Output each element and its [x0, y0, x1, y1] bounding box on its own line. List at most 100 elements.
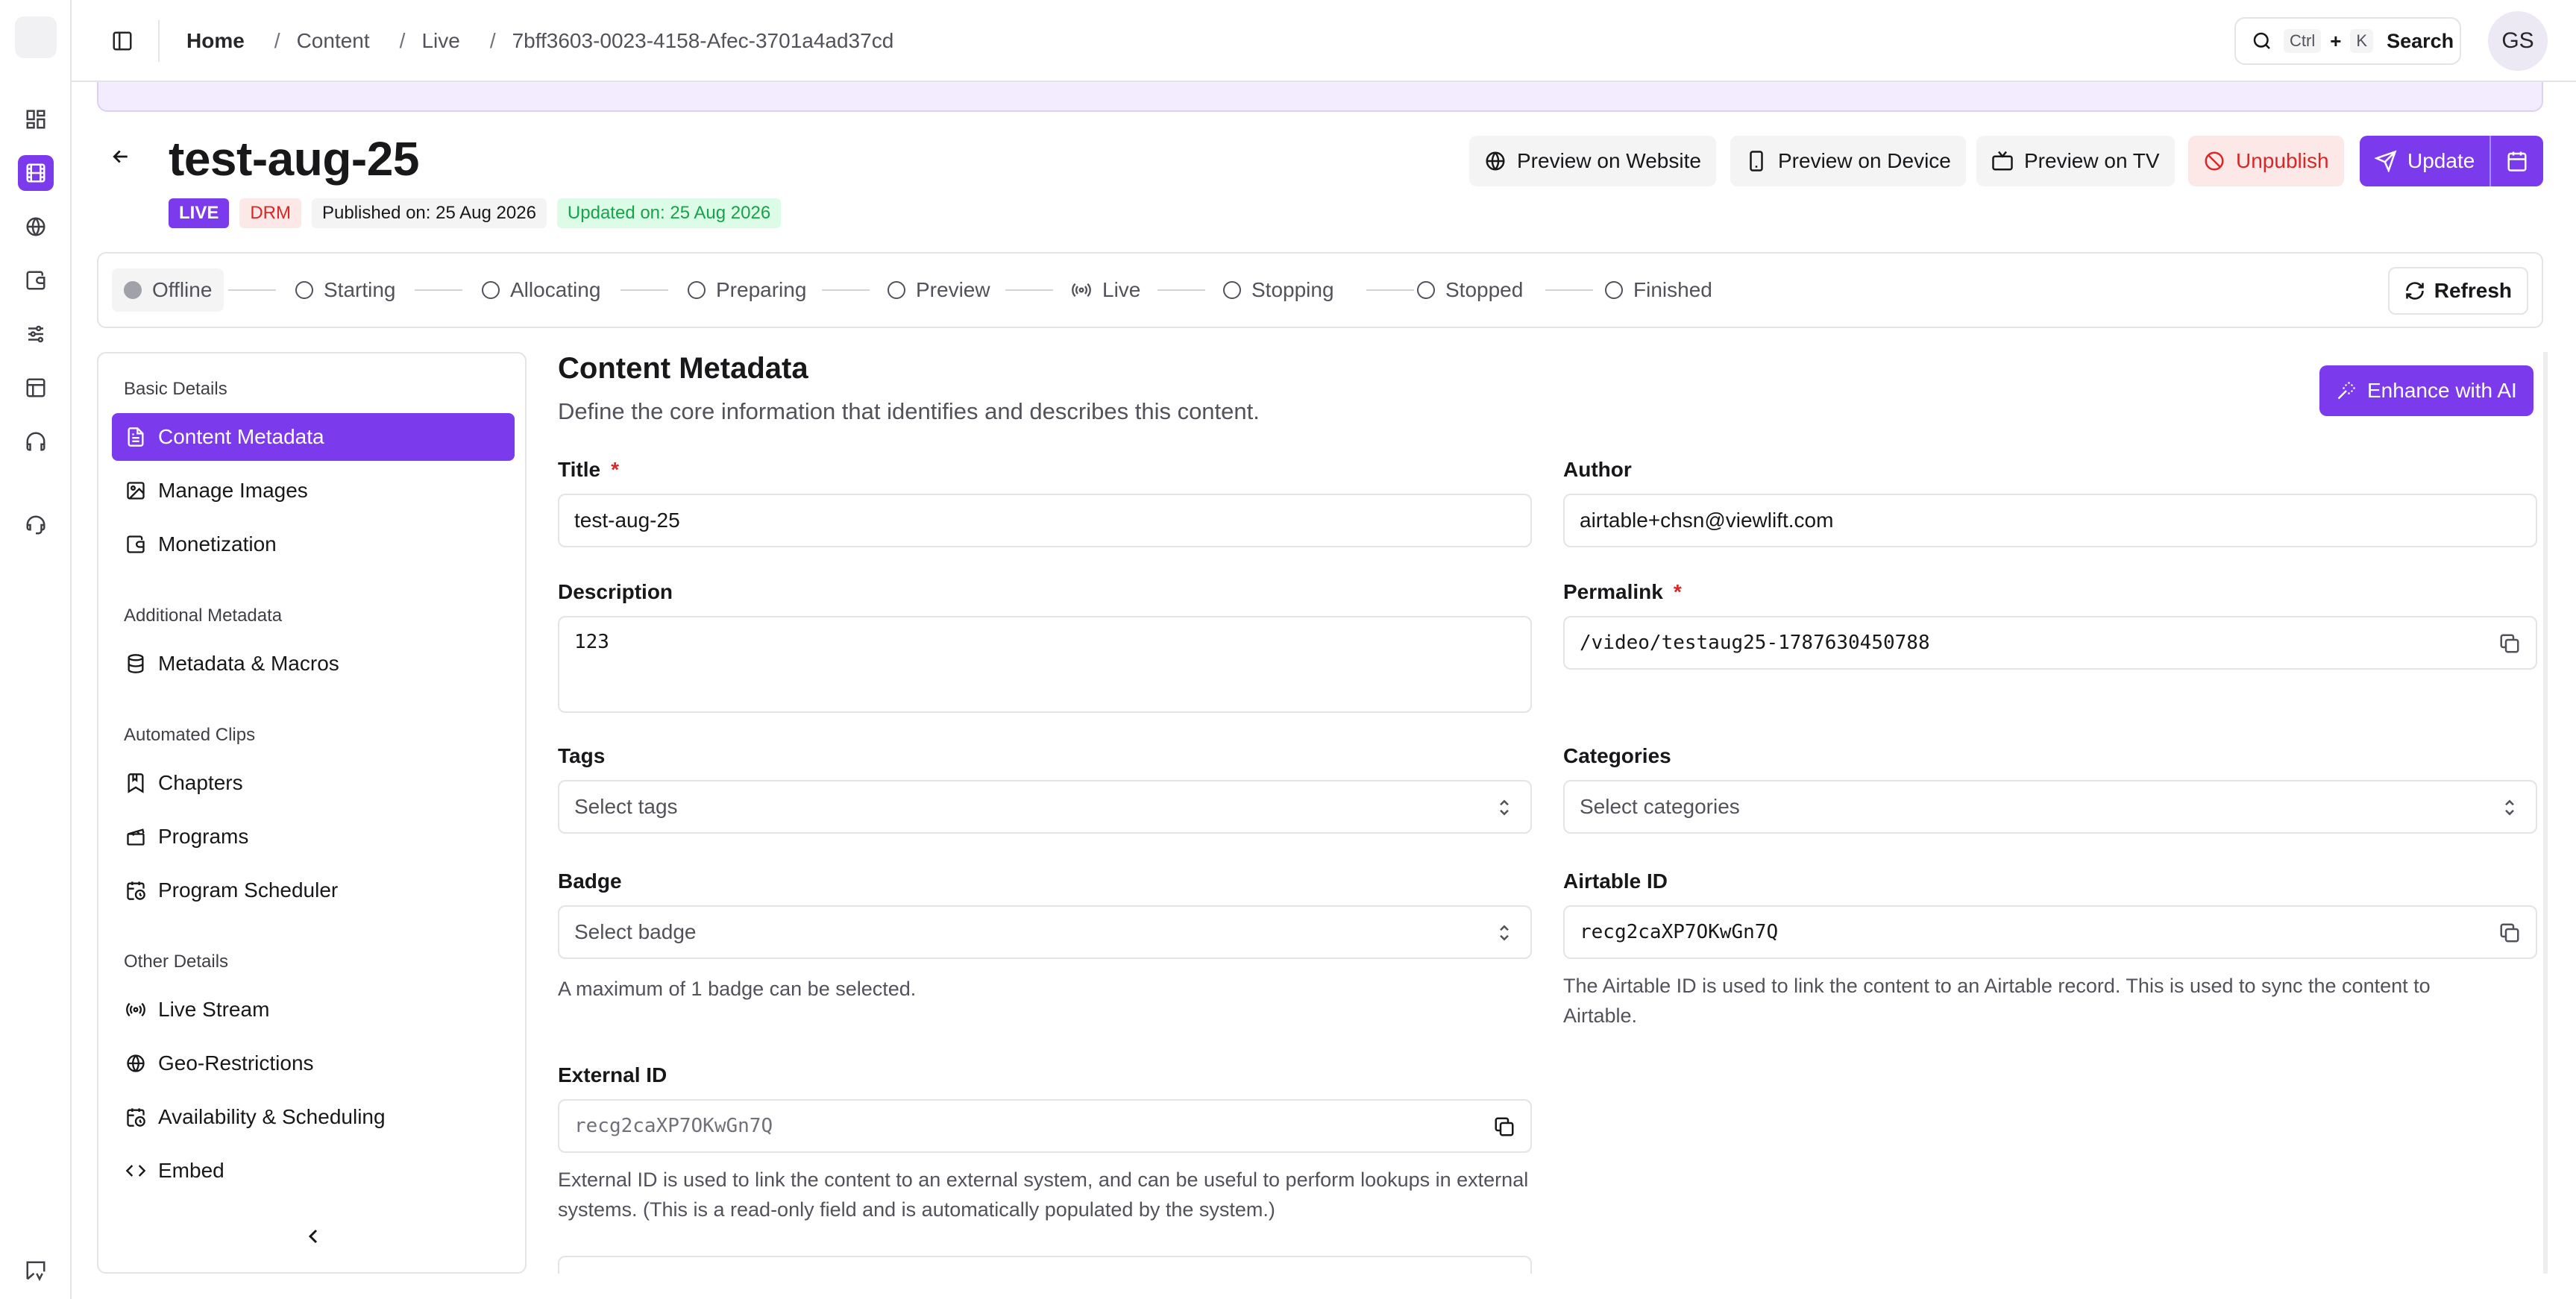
schedule-update-button[interactable]: [2489, 136, 2543, 186]
search-label: Search: [2387, 29, 2454, 52]
tags-label: Tags: [558, 744, 606, 767]
layout-icon[interactable]: [18, 370, 54, 406]
film-icon[interactable]: [18, 155, 54, 191]
avatar[interactable]: GS: [2488, 11, 2548, 71]
unpublish-button[interactable]: Unpublish: [2188, 136, 2344, 186]
nav-chapters[interactable]: Chapters: [112, 759, 515, 807]
nav-availability-scheduling[interactable]: Availability & Scheduling: [112, 1093, 515, 1141]
required-mark: *: [611, 458, 619, 481]
preview-device-button[interactable]: Preview on Device: [1730, 136, 1966, 186]
title-input[interactable]: test-aug-25: [558, 494, 1532, 547]
status-step-live: Live: [1071, 268, 1140, 312]
support-icon[interactable]: [18, 507, 54, 543]
copy-icon[interactable]: [2498, 632, 2521, 655]
ban-icon: [2205, 151, 2224, 171]
section-heading: Content Metadata: [558, 352, 808, 385]
headphones-icon[interactable]: [18, 424, 54, 459]
badge-help: A maximum of 1 badge can be selected.: [558, 978, 917, 1000]
breadcrumb-content[interactable]: Content: [297, 29, 370, 53]
status-step-preview: Preview: [888, 268, 990, 312]
chevrons-up-down-icon: [2505, 799, 2514, 816]
author-label: Author: [1563, 458, 1632, 481]
scrollbar[interactable]: [2543, 352, 2548, 1274]
breadcrumb-live[interactable]: Live: [421, 29, 459, 53]
sliders-icon[interactable]: [18, 316, 54, 352]
search-button[interactable]: Ctrl + K Search: [2234, 17, 2461, 65]
status-dot-icon: [1605, 281, 1623, 299]
status-step-allocating: Allocating: [482, 268, 600, 312]
preview-tv-button[interactable]: Preview on TV: [1976, 136, 2175, 186]
status-step-label: Stopped: [1445, 278, 1524, 301]
breadcrumb-home[interactable]: Home: [186, 29, 245, 53]
shortcut-plus: +: [2330, 29, 2342, 52]
bookmark-icon: [128, 773, 144, 793]
categories-select[interactable]: Select categories: [1563, 780, 2537, 834]
nav-label: Chapters: [158, 771, 243, 794]
nav-program-scheduler[interactable]: Program Scheduler: [112, 866, 515, 914]
nav-manage-images[interactable]: Manage Images: [112, 467, 515, 515]
preview-website-button[interactable]: Preview on Website: [1469, 136, 1716, 186]
external-id-input[interactable]: recg2caXP7OKwGn7Q: [558, 1099, 1532, 1153]
back-arrow-icon[interactable]: [104, 140, 137, 173]
info-banner: [97, 82, 2543, 112]
description-value: 123: [574, 631, 609, 653]
tags-select[interactable]: Select tags: [558, 780, 1532, 834]
update-button[interactable]: Update: [2360, 136, 2490, 186]
enhance-ai-button[interactable]: Enhance with AI: [2319, 365, 2533, 416]
label-text: Permalink: [1563, 580, 1663, 603]
shortcut-key: K: [2350, 29, 2374, 53]
status-dot-icon: [482, 281, 500, 299]
author-value: airtable+chsn@viewlift.com: [1580, 509, 1834, 532]
update-label: Update: [2407, 149, 2475, 172]
author-input[interactable]: airtable+chsn@viewlift.com: [1563, 494, 2537, 547]
external-id-help: External ID is used to link the content …: [558, 1169, 1529, 1221]
categories-placeholder: Select categories: [1580, 795, 1740, 818]
send-icon: [2375, 150, 2397, 172]
wallet-icon[interactable]: [18, 262, 54, 298]
status-step-label: Offline: [152, 278, 213, 301]
airtable-id-input[interactable]: recg2caXP7OKwGn7Q: [1563, 905, 2537, 959]
smartphone-icon: [1750, 151, 1763, 172]
refresh-button[interactable]: Refresh: [2387, 267, 2528, 315]
description-textarea[interactable]: 123: [558, 616, 1532, 713]
nav-programs[interactable]: Programs: [112, 813, 515, 861]
nav-label: Manage Images: [158, 479, 308, 502]
chevrons-up-down-icon: [1500, 925, 1509, 941]
app-logo[interactable]: [15, 16, 57, 58]
nav-live-stream[interactable]: Live Stream: [112, 986, 515, 1034]
nav-label: Geo-Restrictions: [158, 1051, 314, 1075]
calendar-clock-icon: [127, 881, 145, 900]
nav-group-clips: Automated Clips: [124, 725, 256, 745]
nav-label: Live Stream: [158, 998, 270, 1021]
nav-geo-restrictions[interactable]: Geo-Restrictions: [112, 1039, 515, 1087]
step-connector: [1157, 289, 1205, 291]
nav-monetization[interactable]: Monetization: [112, 520, 515, 568]
radio-icon: [126, 1002, 145, 1017]
external-id-value: recg2caXP7OKwGn7Q: [574, 1115, 773, 1137]
preview-tv-label: Preview on TV: [2024, 149, 2160, 172]
nav-content-metadata[interactable]: Content Metadata: [112, 413, 515, 461]
clapperboard-icon: [127, 828, 145, 846]
nav-embed[interactable]: Embed: [112, 1147, 515, 1195]
dashboard-icon[interactable]: [18, 101, 54, 137]
next-field-input[interactable]: [558, 1256, 1532, 1274]
title-label: Title *: [558, 458, 619, 482]
copy-icon[interactable]: [1493, 1116, 1515, 1138]
sidebar-toggle-icon[interactable]: [104, 23, 140, 59]
nav-group-other: Other Details: [124, 952, 229, 972]
external-id-label: External ID: [558, 1063, 667, 1086]
badge-placeholder: Select badge: [574, 920, 697, 943]
enhance-ai-label: Enhance with AI: [2367, 379, 2517, 402]
permalink-input[interactable]: /video/testaug25-1787630450788: [1563, 616, 2537, 670]
status-step-stopping: Stopping: [1223, 268, 1334, 312]
badge-select[interactable]: Select badge: [558, 905, 1532, 959]
content-metadata-form: Content Metadata Define the core informa…: [527, 352, 2543, 1274]
chevron-left-icon[interactable]: [301, 1224, 325, 1248]
nav-label: Content Metadata: [158, 425, 324, 448]
copy-icon[interactable]: [2498, 922, 2521, 944]
status-step-label: Starting: [324, 278, 396, 301]
globe-icon[interactable]: [18, 209, 54, 245]
status-step-label: Allocating: [510, 278, 601, 301]
nav-metadata-macros[interactable]: Metadata & Macros: [112, 640, 515, 688]
tags-placeholder: Select tags: [574, 795, 678, 818]
